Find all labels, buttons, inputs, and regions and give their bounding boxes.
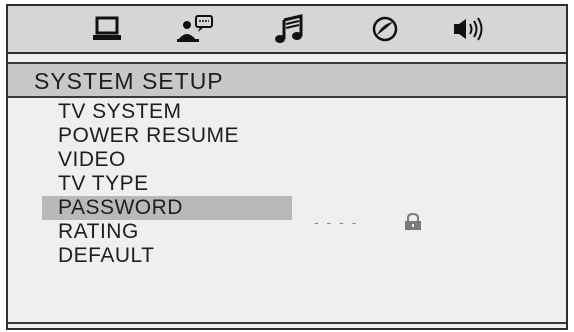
monitor-icon	[93, 16, 121, 40]
setup-menu-screen: SYSTEM SETUP TV SYSTEM POWER RESUME VIDE…	[6, 4, 568, 330]
padlock-icon	[402, 213, 424, 231]
tab-language[interactable]	[172, 10, 218, 48]
page-title: SYSTEM SETUP	[34, 68, 224, 94]
password-placeholder: - - - -	[314, 214, 359, 230]
tab-system[interactable]	[84, 10, 130, 48]
person-speech-icon	[177, 15, 213, 42]
menu-item-rating[interactable]: RATING	[42, 220, 292, 244]
bottom-divider	[8, 322, 566, 324]
music-note-icon	[275, 14, 303, 43]
tab-preference[interactable]	[362, 10, 408, 48]
menu-item-tv-system[interactable]: TV SYSTEM	[42, 100, 292, 124]
menu-item-default[interactable]: DEFAULT	[42, 244, 292, 268]
speaker-icon	[454, 17, 483, 41]
category-tab-bar	[8, 6, 566, 54]
menu-item-power-resume[interactable]: POWER RESUME	[42, 124, 292, 148]
page-title-bar: SYSTEM SETUP	[8, 62, 566, 98]
menu-item-video[interactable]: VIDEO	[42, 148, 292, 172]
menu-item-tv-type[interactable]: TV TYPE	[42, 172, 292, 196]
disc-icon	[372, 16, 398, 42]
password-value-area[interactable]: - - - -	[314, 210, 434, 234]
tab-audio[interactable]	[268, 10, 314, 48]
tab-speaker[interactable]	[448, 10, 494, 48]
menu-item-password[interactable]: PASSWORD	[42, 196, 292, 220]
